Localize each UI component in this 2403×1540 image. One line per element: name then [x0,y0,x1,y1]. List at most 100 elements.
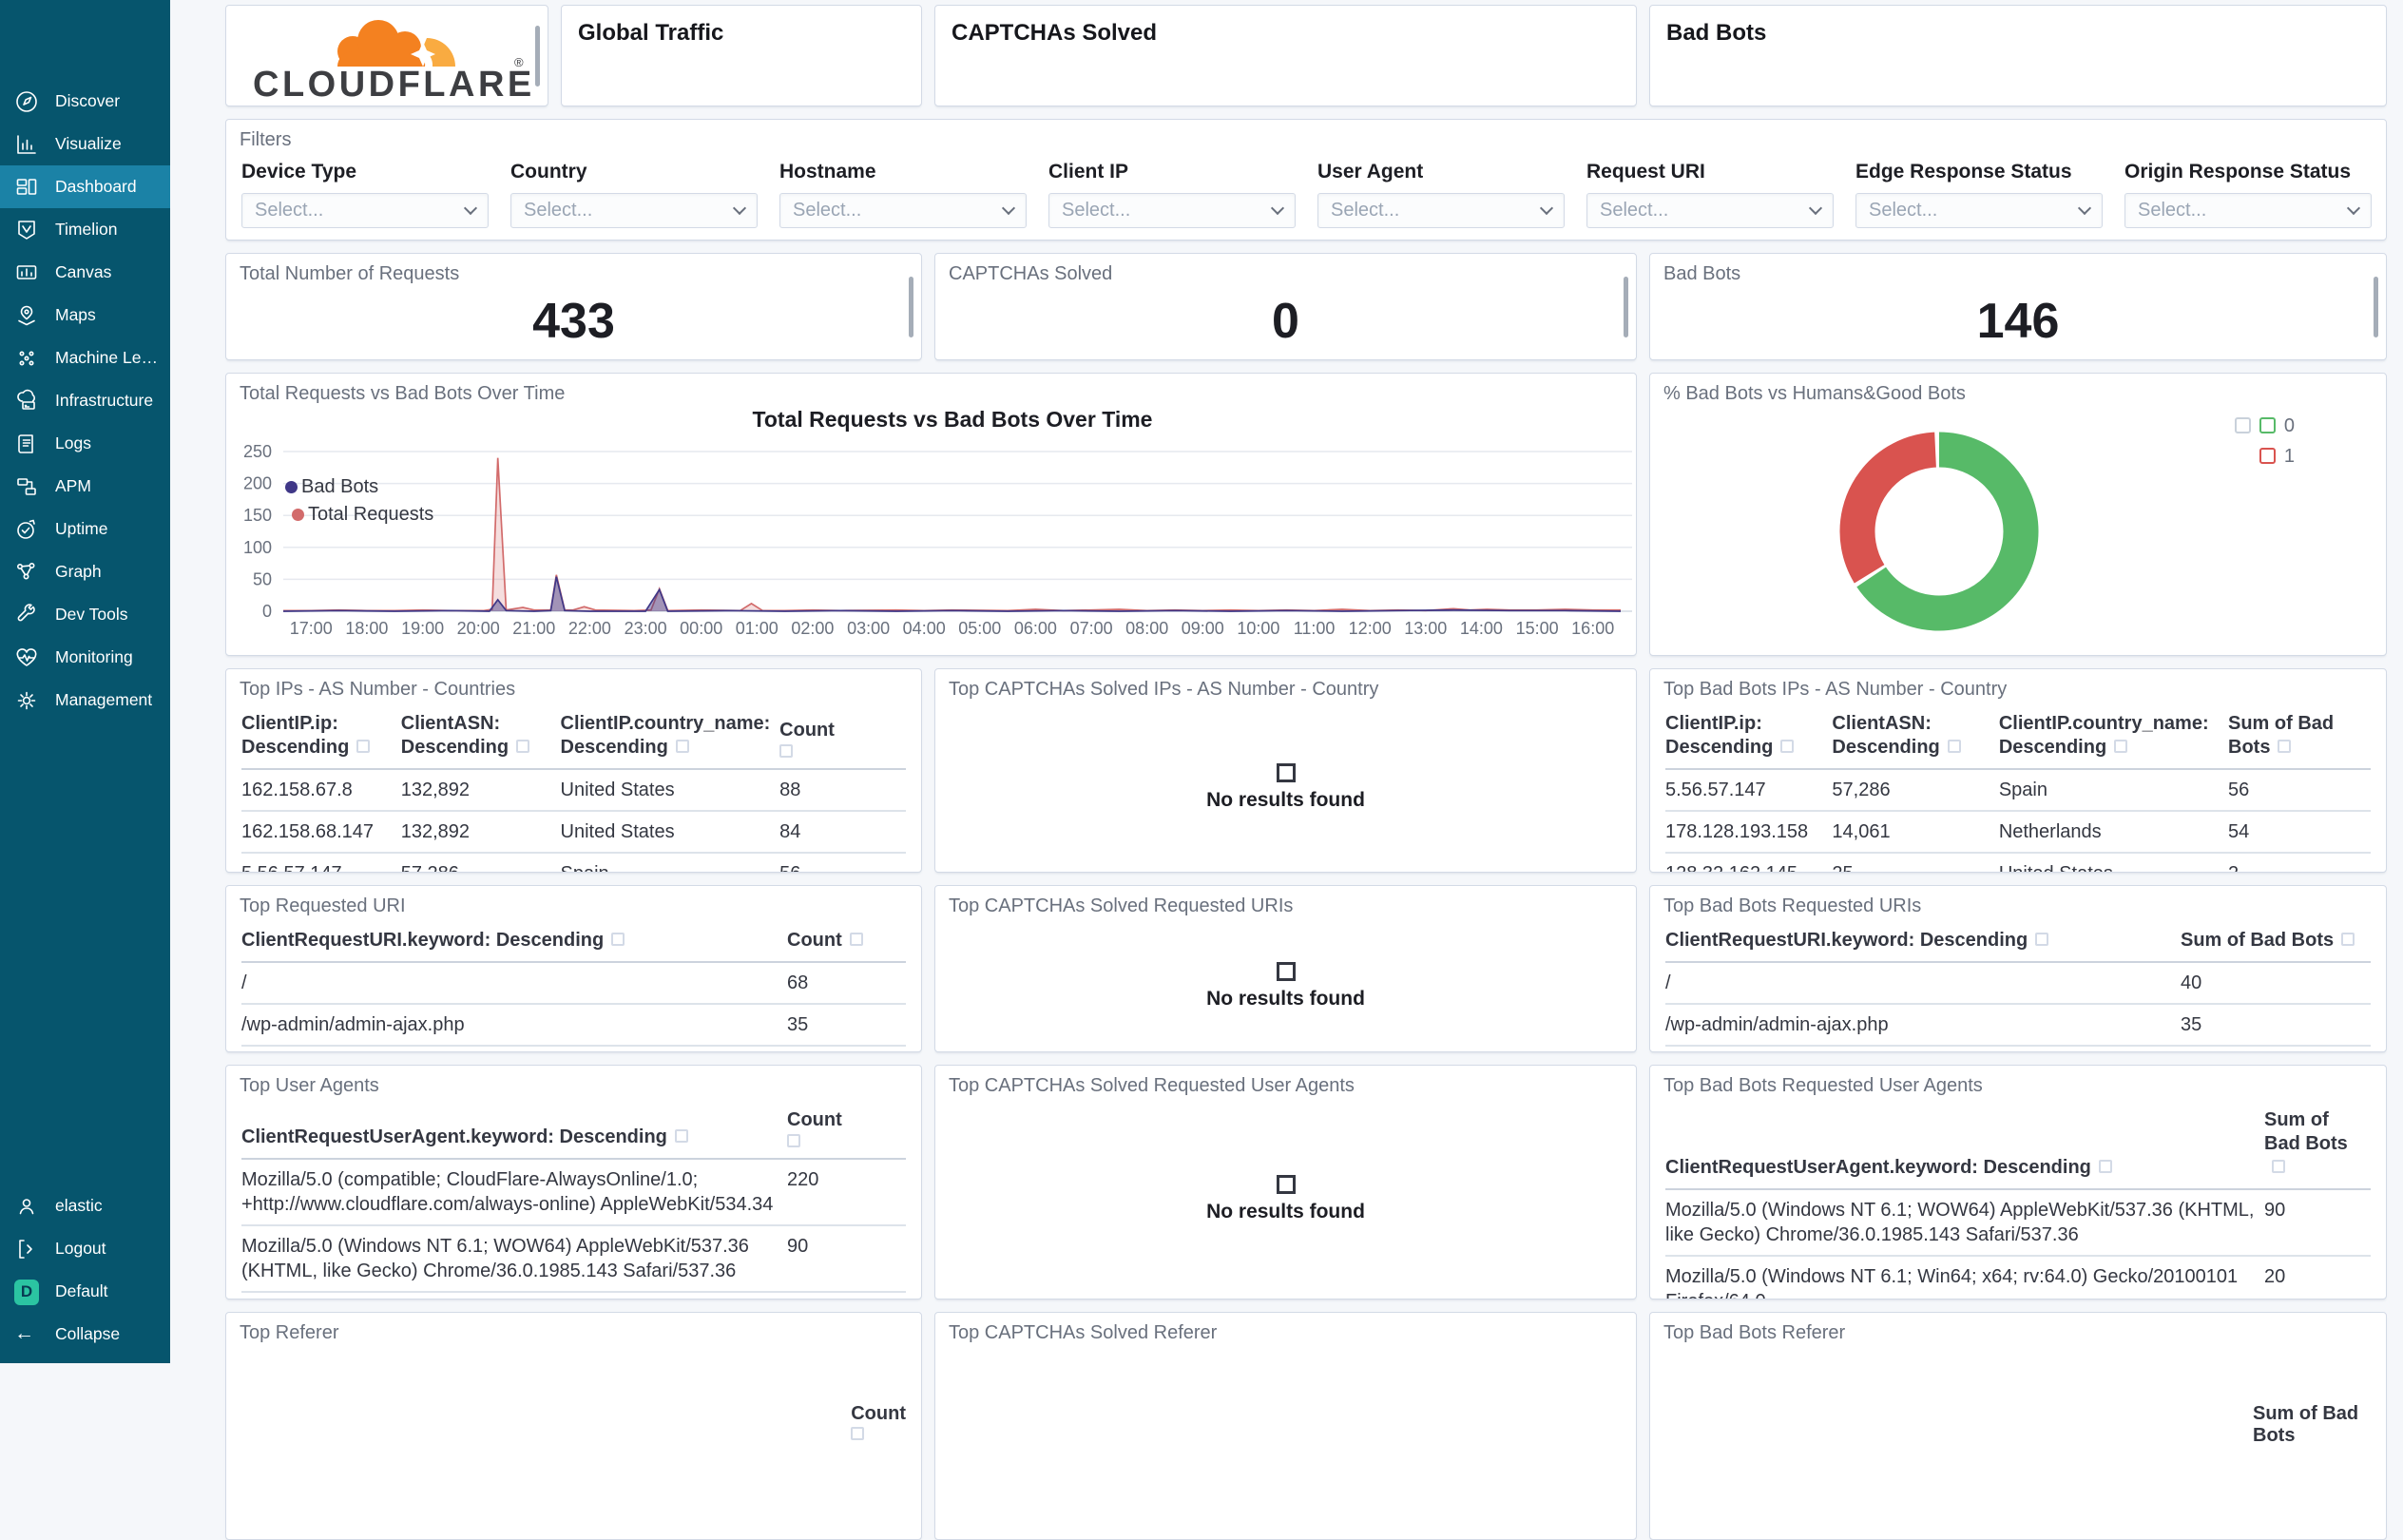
sort-icon [356,740,371,753]
request-uri-select[interactable]: Select... [1586,193,1834,228]
sort-icon [2114,740,2128,753]
top-ips-table: ClientIP.ip: Descending ClientASN: Desce… [241,706,906,872]
svg-text:20:00: 20:00 [457,619,500,638]
panel-scrollbar[interactable] [1624,276,1628,337]
column-header[interactable]: ClientIP.ip: Descending [1665,706,1833,770]
sidebar-item-monitoring[interactable]: Monitoring [0,636,170,679]
table-panel-title: Top User Agents [240,1075,379,1096]
svg-text:06:00: 06:00 [1014,619,1057,638]
top-bad-bots-referer-panel: Top Bad Bots Referer Sum of Bad Bots [1649,1312,2387,1540]
sidebar-item-label: Timelion [55,220,118,239]
panel-scrollbar[interactable] [2374,276,2378,337]
svg-text:09:00: 09:00 [1182,619,1224,638]
sidebar-item-machine-learning[interactable]: Machine Le… [0,337,170,379]
sort-icon [516,740,530,753]
legend-item[interactable]: 1 [2226,446,2295,468]
sidebar-item-management[interactable]: Management [0,679,170,722]
panel-scrollbar[interactable] [535,25,540,87]
sidebar-item-logout[interactable]: Logout [0,1227,170,1270]
legend-item[interactable]: Total Requests [292,504,433,526]
chevron-down-icon [1808,201,1823,216]
column-header[interactable]: ClientASN: Descending [400,706,561,770]
column-header[interactable]: Sum of Bad Bots [2228,706,2371,770]
column-header[interactable]: Sum of Bad Bots [2181,923,2371,963]
table-header-row: ClientIP.ip: Descending ClientASN: Desce… [241,706,906,770]
column-header[interactable]: ClientRequestUserAgent.keyword: Descendi… [241,1103,787,1160]
metric-value: 433 [532,294,615,349]
dashboard-icon [14,175,39,200]
sidebar-item-default-space[interactable]: D Default [0,1270,170,1313]
legend-swatch-good [2259,417,2276,433]
bad-bots-donut-panel: % Bad Bots vs Humans&Good Bots 0 1 [1649,373,2387,656]
apm-icon [14,474,39,499]
legend-item[interactable]: 0 [2226,415,2295,437]
logout-icon [14,1237,39,1261]
header-row: CLOUDFLARE ® Global Traffic CAPTCHAs Sol… [225,5,2387,106]
metric-title: Bad Bots [1663,263,1741,284]
client-ip-select[interactable]: Select... [1048,193,1296,228]
column-header[interactable]: ClientRequestUserAgent.keyword: Descendi… [1665,1103,2264,1190]
origin-response-status-select[interactable]: Select... [2124,193,2372,228]
svg-text:08:00: 08:00 [1125,619,1168,638]
column-header[interactable]: ClientIP.ip: Descending [241,706,401,770]
hostname-select[interactable]: Select... [779,193,1027,228]
edge-response-status-select[interactable]: Select... [1855,193,2103,228]
sidebar-item-infrastructure[interactable]: Infrastructure [0,379,170,422]
panel-scrollbar[interactable] [909,276,913,337]
column-header[interactable]: ClientIP.country_name: Descending [1998,706,2228,770]
metrics-row: Total Number of Requests 433 CAPTCHAs So… [225,253,2387,360]
svg-text:17:00: 17:00 [290,619,333,638]
column-header[interactable]: Sum of Bad Bots [2264,1103,2371,1190]
legend-item[interactable]: Bad Bots [285,476,433,498]
metric-title: CAPTCHAs Solved [949,263,1113,284]
column-header[interactable]: ClientRequestURI.keyword: Descending [1665,923,2181,963]
sidebar-item-dev-tools[interactable]: Dev Tools [0,593,170,636]
sidebar-item-visualize[interactable]: Visualize [0,123,170,165]
user-agent-select[interactable]: Select... [1317,193,1565,228]
svg-text:05:00: 05:00 [958,619,1001,638]
sidebar-item-discover[interactable]: Discover [0,80,170,123]
sidebar-item-logs[interactable]: Logs [0,422,170,465]
arrow-left-icon: ← [14,1321,34,1344]
table-header-row[interactable]: Count [226,1403,921,1442]
column-header[interactable]: Count [787,923,906,963]
sidebar-item-apm[interactable]: APM [0,465,170,508]
requests-vs-bad-bots-chart-panel: Total Requests vs Bad Bots Over Time 0 50… [225,373,1637,656]
device-type-select[interactable]: Select... [241,193,489,228]
sidebar-item-dashboard[interactable]: Dashboard [0,165,170,208]
sort-icon [849,933,863,946]
table-panel-title: Top CAPTCHAs Solved IPs - AS Number - Co… [949,679,1379,700]
sidebar-item-graph[interactable]: Graph [0,550,170,593]
graph-icon [14,560,39,585]
sidebar-item-maps[interactable]: Maps [0,294,170,337]
sidebar-item-timelion[interactable]: Timelion [0,208,170,251]
wrench-icon [14,603,39,627]
column-header[interactable]: ClientRequestURI.keyword: Descending [241,923,787,963]
sidebar-item-collapse[interactable]: ← Collapse [0,1313,170,1356]
table-header-row: ClientRequestUserAgent.keyword: Descendi… [1665,1103,2371,1190]
column-header[interactable]: ClientIP.country_name: Descending [560,706,780,770]
column-header[interactable]: ClientASN: Descending [1832,706,1999,770]
table-row: /wp-admin/admin-ajax.php 35 [241,1004,906,1047]
no-results-message: No results found [935,703,1636,872]
line-chart[interactable]: 0 50 100 150 200 250 17:00 18:00 19:00 20:00 21:00… [226,374,1636,655]
filter-label: Client IP [1048,161,1129,183]
filter-label: Country [510,161,587,183]
sidebar-item-user[interactable]: elastic [0,1184,170,1227]
column-header[interactable]: Count [779,706,906,770]
select-placeholder: Select... [255,200,324,221]
sidebar-item-label: Infrastructure [55,391,154,410]
country-select[interactable]: Select... [510,193,758,228]
user-icon [14,1194,39,1219]
sidebar-item-uptime[interactable]: Uptime [0,508,170,550]
sort-icon [2278,740,2292,753]
captchas-solved-header-panel: CAPTCHAs Solved [934,5,1637,106]
table-header-row[interactable]: Sum of Bad Bots [1650,1403,2386,1447]
heartbeat-icon [14,645,39,670]
sort-icon [787,1134,800,1147]
sort-icon [674,1129,688,1143]
sidebar-item-canvas[interactable]: Canvas [0,251,170,294]
space-badge: D [14,1279,39,1305]
timelion-icon [14,218,39,242]
column-header[interactable]: Count [787,1103,906,1160]
